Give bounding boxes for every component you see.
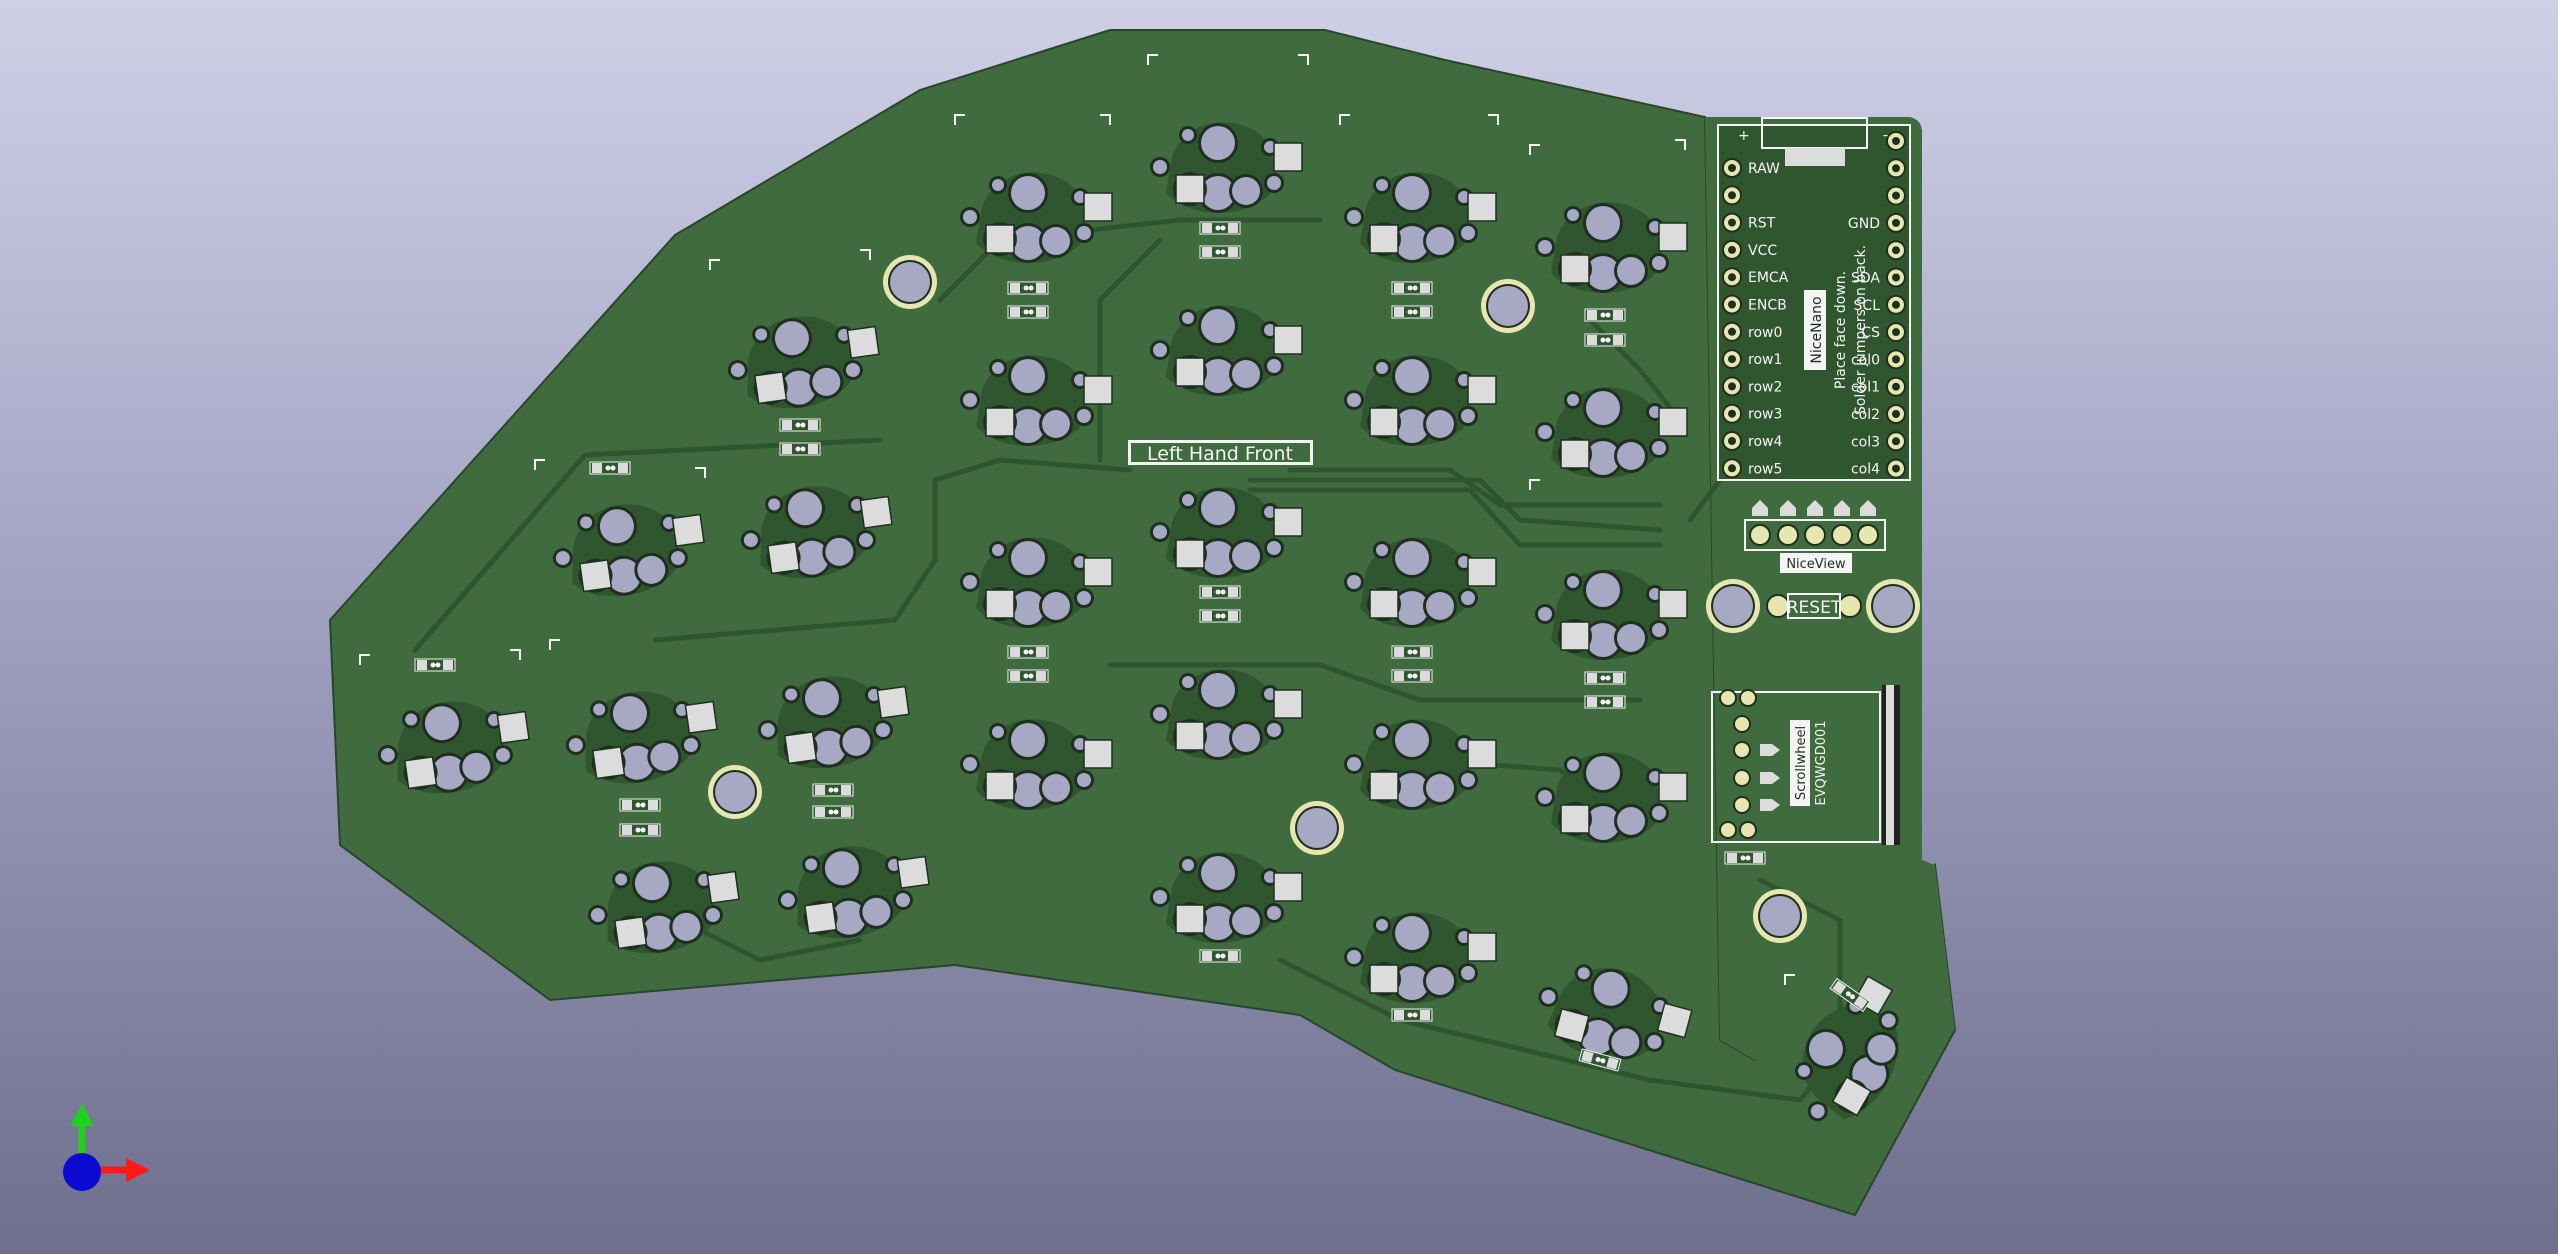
y-axis-arrowhead: [70, 1104, 94, 1126]
diode: [1391, 305, 1433, 319]
mounting-hole: [1706, 579, 1760, 633]
diode: [1199, 949, 1241, 963]
mcu-pin-hole: [1892, 191, 1900, 200]
encoder-part: EVQWGD001: [1814, 720, 1829, 805]
diode: [1007, 281, 1049, 295]
mounting-hole: [1290, 801, 1344, 855]
diode: [1199, 585, 1241, 599]
diode: [1391, 281, 1433, 295]
mcu-pin-label: row2: [1748, 379, 1782, 395]
mcu-pin-hole: [1728, 464, 1736, 473]
reset-button-footprint: RESET: [1766, 593, 1862, 619]
diode: [779, 442, 821, 456]
mcu-pin-hole: [1728, 382, 1736, 391]
diode: [1584, 671, 1626, 685]
mcu-pin-label: GND: [1848, 216, 1880, 232]
mcu-pin-label: col4: [1851, 462, 1880, 478]
mcu-pin-hole: [1892, 464, 1900, 473]
mcu-pin-hole: [1728, 273, 1736, 282]
display-label: NiceView: [1786, 557, 1846, 572]
diode: [1391, 669, 1433, 683]
mcu-pin-label: EMCA: [1748, 270, 1789, 286]
mcu-pin-hole: [1728, 300, 1736, 309]
mcu-pin-hole: [1728, 327, 1736, 336]
mcu-pin-label: ENCB: [1748, 298, 1787, 314]
z-axis-marker: [63, 1153, 101, 1191]
axis-orientation-widget[interactable]: [63, 1104, 150, 1191]
mcu-pin-label: VCC: [1748, 243, 1777, 259]
mcu-pin-label: RAW: [1748, 161, 1780, 177]
mcu-pin-hole: [1892, 273, 1900, 282]
mcu-pin-hole: [1892, 300, 1900, 309]
mcu-pin-hole: [1892, 218, 1900, 227]
diode: [1391, 1008, 1433, 1022]
mounting-hole: [1481, 279, 1535, 333]
diode: [1007, 645, 1049, 659]
mcu-pin-hole: [1892, 164, 1900, 173]
diode: [1584, 308, 1626, 322]
diode: [1007, 305, 1049, 319]
diode: [1199, 609, 1241, 623]
diode: [1199, 245, 1241, 259]
diode: [414, 658, 456, 672]
mcu-pin-hole: [1892, 437, 1900, 446]
diode: [812, 805, 854, 819]
encoder-label: Scrollwheel: [1794, 726, 1809, 800]
diode: [1584, 695, 1626, 709]
mcu-pin-hole: [1728, 409, 1736, 418]
mcu-note-line1: Place face down.: [1833, 271, 1849, 389]
mcu-pin-hole: [1892, 382, 1900, 391]
mcu-pin-hole: [1892, 137, 1900, 145]
mcu-pin-label: row0: [1748, 325, 1782, 341]
diode: [812, 783, 854, 797]
board-title: Left Hand Front: [1147, 443, 1293, 465]
svg-text:+: +: [1738, 128, 1750, 144]
mcu-pin-hole: [1728, 218, 1736, 227]
mcu-pin-hole: [1728, 245, 1736, 254]
mcu-pin-label: row1: [1748, 352, 1782, 368]
mounting-hole: [1753, 889, 1807, 943]
mcu-pin-label: RST: [1748, 216, 1776, 232]
mcu-pin-hole: [1728, 355, 1736, 364]
mcu-module: + − RAWRSTVCCEMCAENCBrow0row1row2row3row…: [1717, 117, 1911, 481]
mcu-pin-hole: [1728, 437, 1736, 445]
reset-label: RESET: [1787, 598, 1842, 618]
mcu-pin-label: col3: [1851, 434, 1880, 450]
mounting-hole: [1866, 579, 1920, 633]
mcu-note-line2: Solder jumpers on back.: [1853, 245, 1869, 415]
mcu-pin-hole: [1728, 164, 1736, 172]
3d-viewport[interactable]: Left Hand Front + − RAWRSTVCCEMCAENCBrow…: [0, 0, 2558, 1254]
mcu-name-label: NiceNano: [1809, 296, 1825, 363]
diode: [1724, 851, 1766, 865]
diode: [1199, 221, 1241, 235]
board-title-label: Left Hand Front: [1128, 440, 1313, 465]
mcu-pin-label: row4: [1748, 434, 1782, 450]
diode: [619, 798, 661, 812]
mcu-pin-hole: [1892, 355, 1900, 364]
mcu-pin-hole: [1728, 191, 1736, 200]
diode: [1007, 669, 1049, 683]
mounting-hole: [708, 765, 762, 819]
diode: [1391, 645, 1433, 659]
diode: [589, 461, 631, 475]
mcu-pin-hole: [1892, 410, 1900, 418]
diode: [1584, 333, 1626, 347]
mcu-pin-label: row3: [1748, 407, 1782, 423]
x-axis-arrowhead: [126, 1158, 150, 1182]
diode: [619, 823, 661, 837]
mcu-pin-label: row5: [1748, 461, 1782, 477]
mcu-pin-hole: [1892, 328, 1900, 337]
diode: [779, 418, 821, 432]
mcu-pin-hole: [1892, 246, 1900, 255]
mounting-hole: [883, 255, 937, 309]
